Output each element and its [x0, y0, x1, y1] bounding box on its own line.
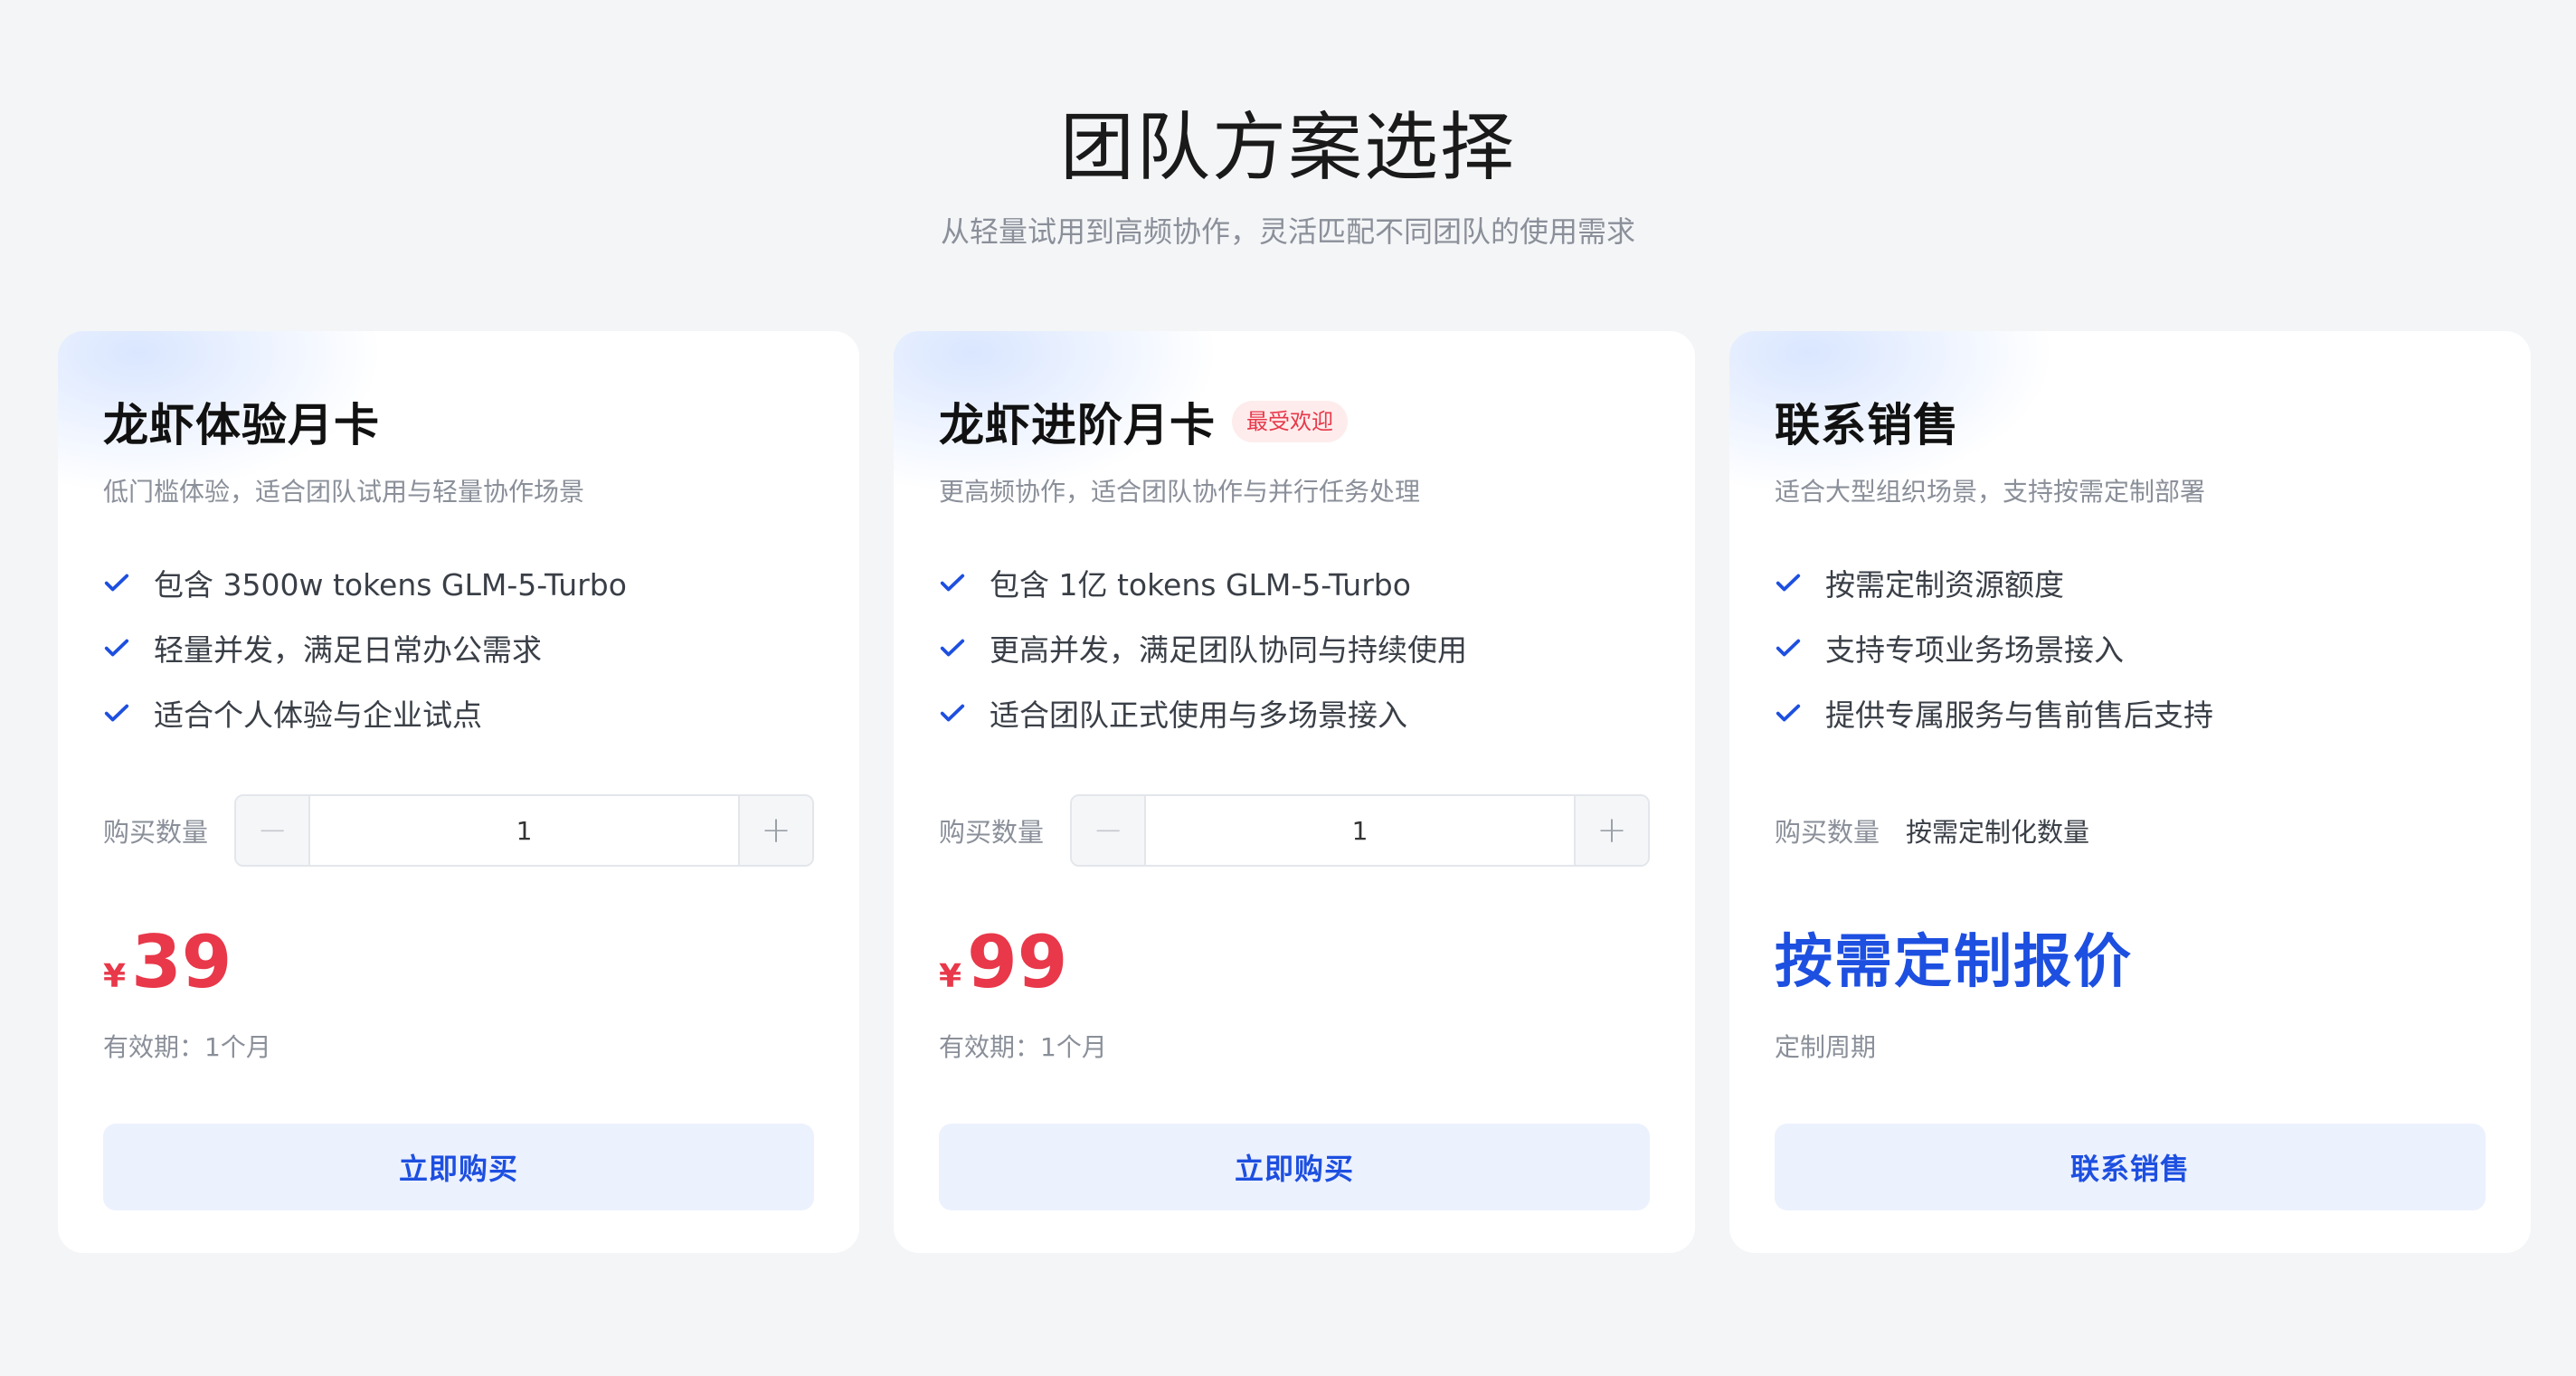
- price-row: ¥ 99: [939, 919, 1650, 1006]
- buy-now-button[interactable]: 立即购买: [939, 1124, 1650, 1210]
- page-header: 团队方案选择 从轻量试用到高频协作，灵活匹配不同团队的使用需求: [0, 98, 2576, 251]
- validity-text: 有效期：1个月: [939, 1032, 1107, 1062]
- feature-text: 适合个人体验与企业试点: [154, 697, 482, 733]
- feature-text: 包含 3500w tokens GLM-5-Turbo: [154, 567, 627, 603]
- quantity-stepper: − +: [1070, 794, 1650, 867]
- quantity-stepper: − +: [234, 794, 814, 867]
- popular-badge: 最受欢迎: [1232, 401, 1348, 442]
- quantity-label: 购买数量: [939, 817, 1045, 848]
- contact-sales-button[interactable]: 联系销售: [1775, 1124, 2486, 1210]
- feature-list: 按需定制资源额度 支持专项业务场景接入 提供专属服务与售前售后支持: [1775, 550, 2486, 745]
- feature-text: 提供专属服务与售前售后支持: [1825, 697, 2213, 733]
- buy-now-button[interactable]: 立即购买: [103, 1124, 814, 1210]
- quantity-row: 购买数量 − +: [103, 794, 814, 867]
- check-icon: [1776, 639, 1801, 657]
- feature-text: 适合团队正式使用与多场景接入: [990, 697, 1407, 733]
- plan-card-header: 龙虾进阶月卡 最受欢迎: [939, 389, 1650, 454]
- feature-text: 轻量并发，满足日常办公需求: [154, 632, 542, 668]
- plan-card-header: 龙虾体验月卡: [103, 389, 814, 454]
- quantity-input[interactable]: [310, 796, 738, 865]
- price-amount: 39: [131, 920, 232, 1004]
- minus-icon: −: [1093, 810, 1123, 851]
- plan-title: 龙虾进阶月卡: [939, 399, 1216, 451]
- custom-quantity-text: 按需定制化数量: [1906, 817, 2090, 848]
- feature-item: 包含 3500w tokens GLM-5-Turbo: [103, 550, 814, 615]
- feature-list: 包含 1亿 tokens GLM-5-Turbo 更高并发，满足团队协同与持续使…: [939, 550, 1650, 745]
- plus-icon: +: [761, 810, 791, 851]
- currency-symbol: ¥: [103, 958, 127, 995]
- price-amount: 99: [967, 920, 1068, 1004]
- decrement-button[interactable]: −: [1072, 796, 1146, 865]
- feature-item: 提供专属服务与售前售后支持: [1775, 680, 2486, 745]
- plan-card-trial: 龙虾体验月卡 低门槛体验，适合团队试用与轻量协作场景 包含 3500w toke…: [58, 331, 859, 1253]
- plan-card-sales: 联系销售 适合大型组织场景，支持按需定制部署 按需定制资源额度 支持专项业务场景…: [1729, 331, 2531, 1253]
- check-icon: [940, 704, 965, 722]
- feature-item: 按需定制资源额度: [1775, 550, 2486, 615]
- plan-card-advanced: 龙虾进阶月卡 最受欢迎 更高频协作，适合团队协作与并行任务处理 包含 1亿 to…: [894, 331, 1695, 1253]
- increment-button[interactable]: +: [1574, 796, 1648, 865]
- feature-item: 更高并发，满足团队协同与持续使用: [939, 615, 1650, 680]
- quantity-label: 购买数量: [1775, 817, 1880, 848]
- feature-item: 轻量并发，满足日常办公需求: [103, 615, 814, 680]
- feature-text: 包含 1亿 tokens GLM-5-Turbo: [990, 567, 1411, 603]
- page-title: 团队方案选择: [1059, 105, 1516, 191]
- feature-text: 按需定制资源额度: [1825, 567, 2064, 603]
- plan-title: 联系销售: [1775, 399, 1959, 451]
- quantity-row: 购买数量 − +: [939, 794, 1650, 867]
- feature-item: 包含 1亿 tokens GLM-5-Turbo: [939, 550, 1650, 615]
- decrement-button[interactable]: −: [236, 796, 310, 865]
- check-icon: [104, 704, 129, 722]
- pricing-page: 团队方案选择 从轻量试用到高频协作，灵活匹配不同团队的使用需求 龙虾体验月卡 低…: [0, 0, 2576, 1376]
- plan-description: 低门槛体验，适合团队试用与轻量协作场景: [103, 477, 585, 507]
- feature-item: 适合个人体验与企业试点: [103, 680, 814, 745]
- check-icon: [1776, 704, 1801, 722]
- feature-text: 支持专项业务场景接入: [1825, 632, 2124, 668]
- feature-item: 支持专项业务场景接入: [1775, 615, 2486, 680]
- feature-item: 适合团队正式使用与多场景接入: [939, 680, 1650, 745]
- quantity-input[interactable]: [1146, 796, 1574, 865]
- increment-button[interactable]: +: [738, 796, 812, 865]
- feature-text: 更高并发，满足团队协同与持续使用: [990, 632, 1467, 668]
- minus-icon: −: [257, 810, 288, 851]
- validity-text: 定制周期: [1775, 1032, 1877, 1062]
- price-row: ¥ 39: [103, 919, 814, 1006]
- page-subtitle: 从轻量试用到高频协作，灵活匹配不同团队的使用需求: [940, 214, 1635, 249]
- check-icon: [104, 639, 129, 657]
- plan-description: 适合大型组织场景，支持按需定制部署: [1775, 477, 2206, 507]
- check-icon: [104, 574, 129, 592]
- check-icon: [940, 574, 965, 592]
- check-icon: [1776, 574, 1801, 592]
- validity-text: 有效期：1个月: [103, 1032, 271, 1062]
- custom-price: 按需定制报价: [1775, 929, 2133, 996]
- quantity-label: 购买数量: [103, 817, 209, 848]
- plan-description: 更高频协作，适合团队协作与并行任务处理: [939, 477, 1421, 507]
- check-icon: [940, 639, 965, 657]
- quantity-row: 购买数量 按需定制化数量: [1775, 794, 2486, 867]
- feature-list: 包含 3500w tokens GLM-5-Turbo 轻量并发，满足日常办公需…: [103, 550, 814, 745]
- plan-cards: 龙虾体验月卡 低门槛体验，适合团队试用与轻量协作场景 包含 3500w toke…: [58, 331, 2531, 1253]
- plan-card-header: 联系销售: [1775, 389, 2486, 454]
- plan-title: 龙虾体验月卡: [103, 399, 380, 451]
- currency-symbol: ¥: [939, 958, 962, 995]
- plus-icon: +: [1596, 810, 1627, 851]
